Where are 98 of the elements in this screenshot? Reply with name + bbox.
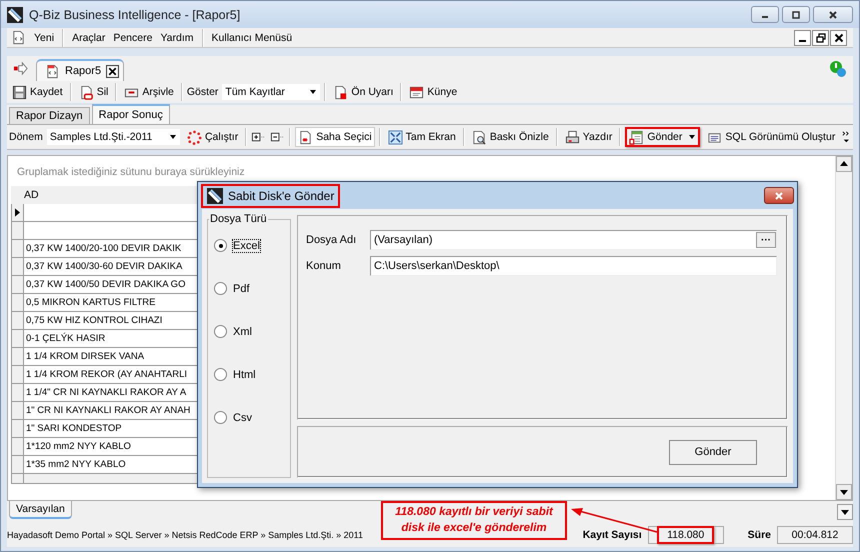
printer-icon bbox=[564, 130, 580, 144]
breadcrumb-path: Hayadasoft Demo Portal » SQL Server » Netsis RedCode ERP » Samples Ltd.Şti. » 2011 bbox=[7, 530, 364, 540]
toolbar-button[interactable]: Sil bbox=[76, 82, 112, 102]
menu-item[interactable]: Kullanıcı Menüsü bbox=[212, 32, 292, 44]
dotted-circle-icon bbox=[186, 130, 202, 144]
close-icon bbox=[828, 10, 838, 20]
document-delete-icon bbox=[78, 84, 94, 100]
close-button[interactable] bbox=[764, 187, 794, 204]
field-label: Dosya Adı bbox=[306, 234, 358, 246]
document-code-icon[interactable] bbox=[11, 30, 26, 45]
view-tab[interactable]: Rapor Dizayn bbox=[9, 107, 90, 124]
group-by-hint: Gruplamak istediğiniz sütunu buraya sürükleyiniz bbox=[17, 166, 246, 178]
table-cell: 0,37 KW 1400/30-60 DEVIR DAKIKA bbox=[26, 261, 182, 272]
table-cell: 1*120 mm2 NYY KABLO bbox=[26, 441, 131, 452]
layout-tab[interactable]: Varsayılan bbox=[9, 501, 72, 519]
toolbar-button[interactable]: SQL Görünümü Oluştur bbox=[704, 127, 838, 147]
minimize-icon bbox=[799, 40, 806, 42]
record-count-field: 118.080 bbox=[648, 526, 724, 544]
expand-arrows-icon bbox=[388, 130, 403, 144]
overflow-chevron-icon[interactable] bbox=[842, 129, 851, 145]
close-button[interactable] bbox=[813, 6, 853, 23]
send-menu-button[interactable]: Gönder bbox=[625, 127, 700, 147]
menu-item[interactable]: Araçlar bbox=[72, 32, 106, 44]
scrollbar[interactable] bbox=[835, 156, 852, 500]
menu-item[interactable]: Pencere bbox=[113, 32, 152, 44]
menu-item[interactable]: Yeni bbox=[34, 32, 54, 44]
spreadsheet-icon bbox=[629, 130, 644, 144]
duration-field: 00:04.812 bbox=[777, 526, 853, 544]
toolbar-button[interactable]: Yazdır bbox=[562, 127, 616, 147]
input-field[interactable]: (Varsayılan) ··· bbox=[370, 230, 777, 250]
maximize-button[interactable] bbox=[782, 6, 810, 23]
input-field[interactable]: C:\Users\serkan\Desktop\ bbox=[370, 256, 777, 276]
window-title: Q-Biz Business Intelligence - [Rapor5] bbox=[29, 8, 240, 22]
document-star-icon bbox=[298, 130, 314, 144]
document-code-icon bbox=[45, 64, 60, 78]
current-row-icon bbox=[15, 208, 20, 217]
menu-item[interactable]: Yardım bbox=[160, 32, 194, 44]
close-icon bbox=[834, 32, 844, 42]
format-radio[interactable]: Excel bbox=[214, 239, 290, 252]
minimize-icon bbox=[762, 16, 768, 18]
close-icon bbox=[774, 190, 784, 200]
show-label: Göster bbox=[186, 86, 218, 98]
maximize-icon bbox=[791, 10, 801, 20]
toolbar-button[interactable]: Arşivle bbox=[121, 82, 177, 102]
close-icon[interactable] bbox=[106, 64, 120, 78]
app-logo-icon bbox=[7, 6, 23, 22]
tab-label: Rapor5 bbox=[65, 65, 102, 77]
minimize-button[interactable] bbox=[794, 30, 811, 46]
browse-button[interactable]: ··· bbox=[756, 232, 776, 248]
format-radio[interactable]: Csv bbox=[214, 411, 290, 424]
chat-bubble-icon[interactable] bbox=[829, 60, 847, 78]
format-radio[interactable]: Html bbox=[214, 368, 290, 381]
dropdown-arrow-icon bbox=[309, 88, 318, 96]
table-cell: 1 1/4" CR NI KAYNAKLI RAKOR AY A bbox=[26, 387, 186, 398]
field-label: Konum bbox=[306, 260, 342, 272]
format-radio[interactable]: Pdf bbox=[214, 282, 290, 295]
calendar-card-icon bbox=[409, 84, 424, 100]
toolbar-button[interactable]: Baskı Önizle bbox=[468, 127, 552, 147]
toolbar-button[interactable]: Tam Ekran bbox=[384, 127, 459, 147]
table-cell: 1*35 mm2 NYY KABLO bbox=[26, 459, 126, 470]
document-magnifier-icon bbox=[472, 130, 487, 144]
group-label: Dosya Türü bbox=[209, 213, 268, 225]
record-count-label: Kayıt Sayısı bbox=[582, 529, 642, 541]
dropdown-arrow-icon bbox=[688, 133, 696, 141]
table-cell: 0,37 KW 1400/20-100 DEVIR DAKIK bbox=[26, 243, 182, 254]
document-tab[interactable]: Rapor5 bbox=[36, 59, 124, 81]
toolbar-button[interactable]: Saha Seçici bbox=[295, 127, 375, 147]
send-button[interactable]: Gönder bbox=[669, 440, 757, 464]
scroll-down-icon[interactable] bbox=[836, 484, 852, 500]
annotation-callout: 118.080 kayıtlı bir veriyi sabit disk ile excel'e gönderelim bbox=[381, 501, 567, 540]
restore-icon bbox=[816, 32, 826, 42]
toolbar-button[interactable]: Künye bbox=[406, 82, 460, 102]
period-label: Dönem bbox=[9, 131, 43, 143]
close-button[interactable] bbox=[830, 30, 847, 46]
table-cell: 0,75 KW HIZ KONTROL CIHAZI bbox=[26, 315, 162, 326]
dropdown-arrow-icon bbox=[168, 133, 177, 141]
table-cell: 0,37 KW 1400/50 DEVIR DAKIKA GO bbox=[26, 279, 186, 290]
duration-label: Süre bbox=[748, 529, 771, 541]
toolbar-button[interactable]: Çalıştır bbox=[184, 127, 242, 147]
table-cell: 1 1/4 KROM REKOR (AY ANAHTARLI bbox=[26, 369, 188, 380]
table-cell: 0,5 MIKRON KARTUS FILTRE bbox=[26, 297, 156, 308]
table-cell: 0-1 ÇELÝK HASIR bbox=[26, 333, 106, 344]
minimize-button[interactable] bbox=[751, 6, 779, 23]
period-dropdown[interactable]: Samples Ltd.Şti.-2011 bbox=[46, 129, 180, 145]
table-cell: 1 1/4 KROM DIRSEK VANA bbox=[26, 351, 144, 362]
restore-button[interactable] bbox=[812, 30, 829, 46]
row-header[interactable] bbox=[11, 204, 24, 222]
toolbar-button[interactable]: Kaydet bbox=[9, 82, 66, 102]
toolbar-button[interactable]: Ön Uyarı bbox=[330, 82, 396, 102]
format-radio[interactable]: Xml bbox=[214, 325, 290, 338]
arrow-right-icon[interactable] bbox=[13, 61, 28, 76]
view-tab[interactable]: Rapor Sonuç bbox=[92, 104, 170, 124]
table-cell: 1" SARI KONDESTOP bbox=[26, 423, 122, 434]
app-logo-icon bbox=[207, 188, 223, 204]
table-cell: 1" CR NI KAYNAKLI RAKOR AY ANAH bbox=[26, 405, 190, 416]
scroll-up-icon[interactable] bbox=[836, 156, 852, 172]
document-lock-icon bbox=[333, 84, 348, 100]
filter-dropdown[interactable]: Tüm Kayıtlar bbox=[222, 84, 320, 100]
